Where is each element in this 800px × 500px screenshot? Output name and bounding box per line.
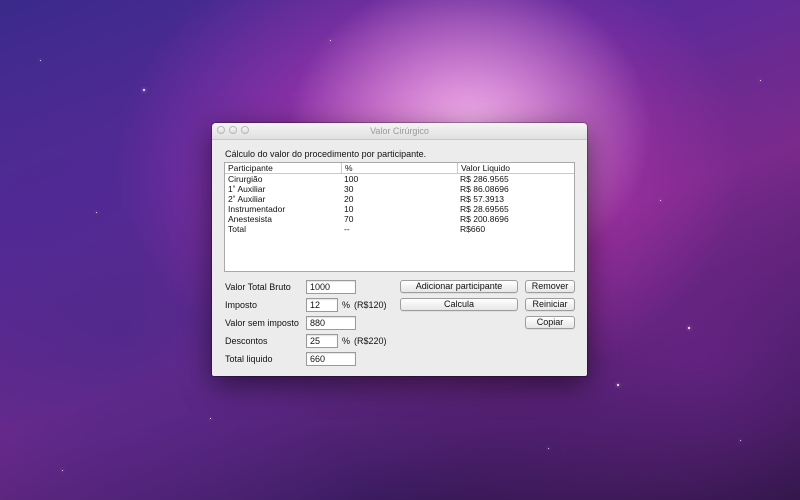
minimize-window-button[interactable] — [229, 126, 237, 134]
cell-participante: 2˚ Auxiliar — [228, 194, 266, 204]
cell-participante: Total — [228, 224, 246, 234]
valor-total-bruto-input[interactable] — [306, 280, 356, 294]
star — [210, 418, 211, 419]
star — [330, 40, 331, 41]
star — [548, 448, 549, 449]
star — [96, 212, 97, 213]
descontos-percent-sign: % — [342, 336, 351, 346]
cell-percent: -- — [344, 224, 350, 234]
total-liquido-label: Total liquido — [225, 354, 273, 364]
table-row[interactable]: Anestesista 70 R$ 200.8696 — [225, 214, 574, 224]
imposto-label: Imposto — [225, 300, 258, 310]
cell-valor-liquido: R$ 286.9565 — [460, 174, 509, 184]
cell-percent: 70 — [344, 214, 354, 224]
table-row[interactable]: 2˚ Auxiliar 20 R$ 57.3913 — [225, 194, 574, 204]
title-bar[interactable]: Valor Cirúrgico — [212, 123, 587, 140]
table-row[interactable]: Cirurgião 100 R$ 286.9565 — [225, 174, 574, 184]
remover-button[interactable]: Remover — [525, 280, 575, 293]
cell-valor-liquido: R$660 — [460, 224, 486, 234]
column-header-valor-liquido[interactable]: Valor Liquido — [457, 163, 510, 173]
table-row[interactable]: Instrumentador 10 R$ 28.69565 — [225, 204, 574, 214]
column-header-participante[interactable]: Participante — [228, 163, 273, 173]
table-row[interactable]: Total -- R$660 — [225, 224, 574, 234]
cell-percent: 10 — [344, 204, 354, 214]
cell-percent: 20 — [344, 194, 354, 204]
imposto-percent-sign: % — [342, 300, 351, 310]
reiniciar-button[interactable]: Reiniciar — [525, 298, 575, 311]
cell-percent: 100 — [344, 174, 359, 184]
valor-sem-imposto-label: Valor sem imposto — [225, 318, 299, 328]
cell-valor-liquido: R$ 57.3913 — [460, 194, 504, 204]
adicionar-participante-button[interactable]: Adicionar participante — [400, 280, 518, 293]
close-window-button[interactable] — [217, 126, 225, 134]
star — [143, 89, 145, 91]
star — [617, 384, 619, 386]
cell-valor-liquido: R$ 86.08696 — [460, 184, 509, 194]
calcula-button[interactable]: Calcula — [400, 298, 518, 311]
valor-sem-imposto-input[interactable] — [306, 316, 356, 330]
cell-participante: Instrumentador — [228, 204, 286, 214]
table-header: Participante % Valor Liquido — [225, 163, 574, 174]
star — [62, 470, 63, 471]
participants-table[interactable]: Participante % Valor Liquido Cirurgião 1… — [224, 162, 575, 272]
page-heading: Cálculo do valor do procedimento por par… — [225, 149, 427, 159]
star — [40, 60, 41, 61]
copiar-button[interactable]: Copiar — [525, 316, 575, 329]
star — [740, 440, 741, 441]
star — [688, 327, 690, 329]
descontos-label: Descontos — [225, 336, 268, 346]
cell-participante: Anestesista — [228, 214, 272, 224]
imposto-amount: (R$120) — [354, 300, 387, 310]
cell-participante: Cirurgião — [228, 174, 263, 184]
star — [660, 200, 661, 201]
cell-valor-liquido: R$ 28.69565 — [460, 204, 509, 214]
window-title: Valor Cirúrgico — [370, 126, 429, 136]
zoom-window-button[interactable] — [241, 126, 249, 134]
cell-participante: 1˚ Auxiliar — [228, 184, 266, 194]
descontos-amount: (R$220) — [354, 336, 387, 346]
cell-percent: 30 — [344, 184, 354, 194]
total-liquido-input[interactable] — [306, 352, 356, 366]
descontos-input[interactable] — [306, 334, 338, 348]
imposto-input[interactable] — [306, 298, 338, 312]
column-header-percent[interactable]: % — [341, 163, 353, 173]
cell-valor-liquido: R$ 200.8696 — [460, 214, 509, 224]
app-window: Valor Cirúrgico Cálculo do valor do proc… — [212, 123, 587, 376]
star — [760, 80, 761, 81]
table-row[interactable]: 1˚ Auxiliar 30 R$ 86.08696 — [225, 184, 574, 194]
valor-total-bruto-label: Valor Total Bruto — [225, 282, 291, 292]
